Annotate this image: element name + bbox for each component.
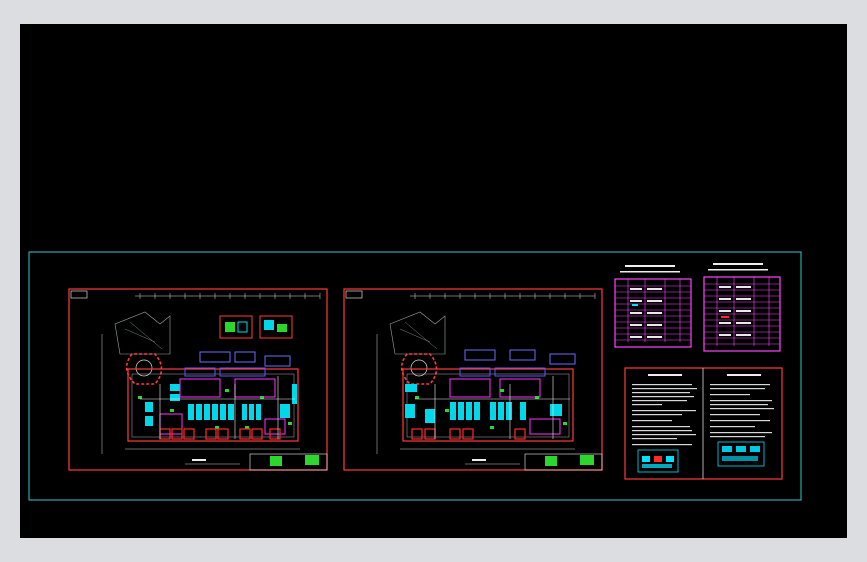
design-notes-sheet[interactable] (624, 367, 783, 480)
schedule-table-right[interactable] (703, 263, 781, 352)
drawing-canvas[interactable] (20, 24, 847, 538)
plan-sheet-right[interactable] (343, 288, 603, 471)
plan-sheet-left[interactable] (68, 288, 328, 471)
schedule-table-left[interactable] (614, 265, 692, 348)
cad-viewport[interactable] (20, 24, 847, 538)
